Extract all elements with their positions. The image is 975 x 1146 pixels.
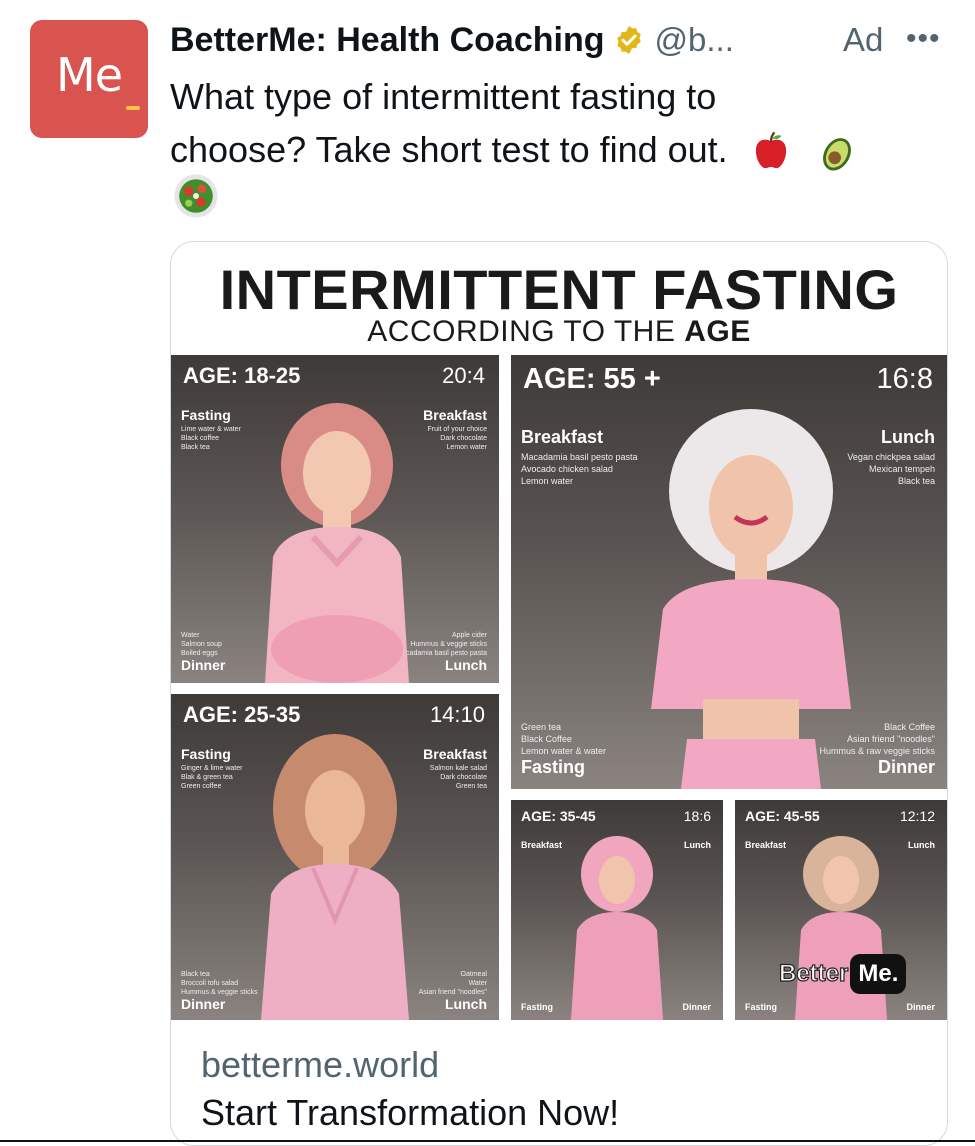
- panel-bl-label: Dinner: [181, 657, 226, 673]
- media-subtitle-prefix: ACCORDING TO THE: [367, 315, 685, 348]
- watermark-text: Better: [778, 959, 849, 987]
- panel-age: AGE: 18-25: [183, 363, 301, 388]
- avocado-icon: [822, 138, 851, 172]
- panel-bl-label: Dinner: [181, 996, 226, 1012]
- media-title: INTERMITTENT FASTING: [219, 258, 899, 321]
- panel-ratio: 18:6: [683, 808, 711, 824]
- header-right: Ad •••: [170, 18, 960, 62]
- age-panel-25-35: AGE: 25-35 14:10 Fasting Ginger & lime w…: [171, 694, 499, 1020]
- panel-age: AGE: 35-45: [521, 808, 596, 824]
- panel-tl-label: Fasting: [181, 407, 231, 423]
- betterme-watermark: Better Me.: [778, 954, 907, 994]
- panel-age: AGE: 45-55: [745, 808, 820, 824]
- tweet-text-line2: choose? Take short test to find out.: [170, 129, 728, 170]
- watermark-logo: Me.: [850, 954, 907, 994]
- panel-bl-items: Water Salmon soup Boiled eggs: [181, 632, 222, 657]
- panel-bl-label: Fasting: [521, 1002, 554, 1012]
- woman-figure-image: [261, 734, 409, 1020]
- panel-bl-label: Fasting: [521, 757, 586, 777]
- promoted-tweet[interactable]: Me BetterMe: Health Coaching @b... Ad ••…: [0, 0, 975, 1146]
- ellipsis-icon[interactable]: •••: [906, 22, 941, 56]
- panel-ratio: 20:4: [442, 363, 485, 388]
- panel-age: AGE: 55 +: [523, 363, 661, 395]
- panel-br-label: Lunch: [445, 996, 487, 1012]
- panel-bl-label: Fasting: [745, 1002, 778, 1012]
- card-cta[interactable]: Start Transformation Now!: [201, 1092, 619, 1134]
- panel-tl-label: Breakfast: [521, 427, 604, 447]
- apple-icon: [755, 132, 786, 169]
- ad-label: Ad: [843, 21, 884, 58]
- woman-figure-image: [571, 836, 663, 1020]
- age-panel-55-plus: AGE: 55 + 16:8 Breakfast Macadamia basil…: [511, 355, 947, 789]
- avatar-logo-accent: [126, 106, 140, 110]
- age-panel-35-45: AGE: 35-45 18:6 Breakfast Lunch Fasting …: [511, 800, 723, 1020]
- panel-tr-label: Lunch: [684, 840, 711, 850]
- woman-figure-image: [265, 403, 409, 683]
- tweet-text-line1: What type of intermittent fasting to: [170, 76, 717, 117]
- panel-ratio: 12:12: [899, 808, 935, 824]
- panel-tr-label: Lunch: [908, 840, 935, 850]
- media-subtitle: ACCORDING TO THE AGE: [171, 315, 947, 349]
- avatar-logo-text: Me: [56, 48, 123, 102]
- card-domain[interactable]: betterme.world: [201, 1044, 439, 1086]
- panel-br-label: Lunch: [445, 657, 487, 673]
- link-card[interactable]: INTERMITTENT FASTING ACCORDING TO THE AG…: [170, 241, 948, 1146]
- media-subtitle-bold: AGE: [684, 315, 751, 348]
- panel-bl-items: Green tea Black Coffee Lemon water & wat…: [521, 722, 607, 756]
- card-media[interactable]: INTERMITTENT FASTING ACCORDING TO THE AG…: [171, 242, 947, 1027]
- panel-ratio: 16:8: [876, 363, 933, 395]
- salad-icon: [174, 174, 218, 218]
- panel-br-label: Dinner: [682, 1002, 711, 1012]
- panel-tl-label: Fasting: [181, 746, 231, 762]
- woman-figure-image: [651, 409, 851, 789]
- divider: [0, 1140, 975, 1142]
- panel-br-label: Dinner: [906, 1002, 935, 1012]
- tweet-text: What type of intermittent fasting to cho…: [170, 70, 950, 176]
- age-panel-18-25: AGE: 18-25 20:4 Fasting Lime water & wat…: [171, 355, 499, 683]
- avatar[interactable]: Me: [30, 20, 148, 138]
